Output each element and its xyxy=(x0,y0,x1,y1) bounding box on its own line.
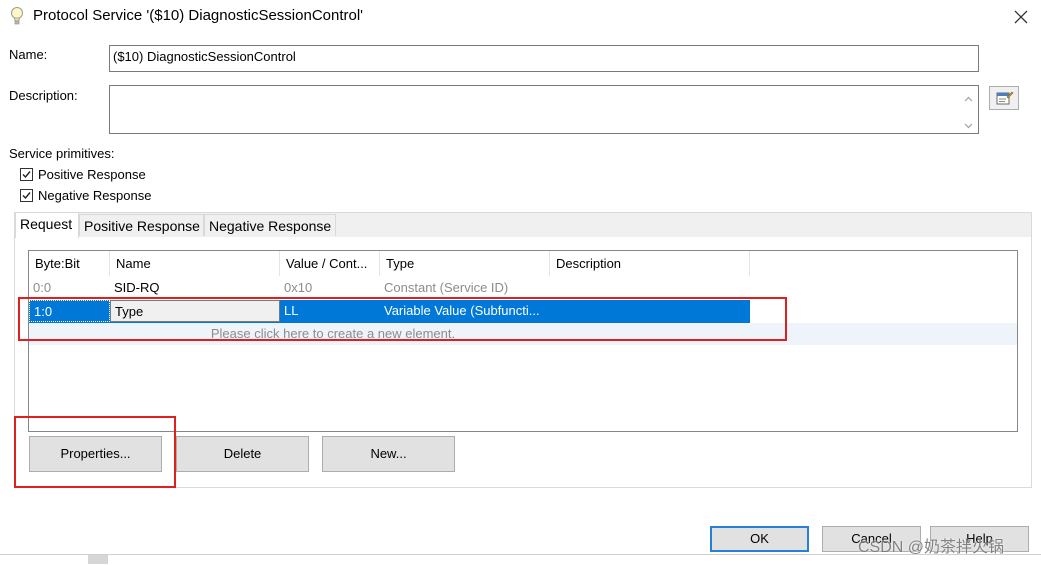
annotation-highlight-properties xyxy=(14,416,176,488)
positive-response-label[interactable]: Positive Response xyxy=(38,167,146,182)
elements-table[interactable]: Byte:Bit Name Value / Cont... Type Descr… xyxy=(28,250,1018,432)
column-type[interactable]: Type xyxy=(380,251,550,276)
annotation-highlight-row xyxy=(18,297,787,341)
description-scrollbar[interactable] xyxy=(959,86,978,133)
scroll-down-icon[interactable] xyxy=(964,118,973,129)
positive-response-checkbox[interactable] xyxy=(20,168,33,181)
delete-button-label: Delete xyxy=(223,446,262,461)
service-primitives-label: Service primitives: xyxy=(9,146,115,161)
description-label: Description: xyxy=(9,88,78,103)
cell-type: Constant (Service ID) xyxy=(384,280,509,295)
table-row[interactable]: 0:0 SID-RQ 0x10 Constant (Service ID) xyxy=(29,277,1017,299)
column-description[interactable]: Description xyxy=(550,251,750,276)
cell-value: 0x10 xyxy=(284,280,313,295)
ok-button[interactable]: OK xyxy=(710,526,809,552)
table-header: Byte:Bit Name Value / Cont... Type Descr… xyxy=(29,251,1017,276)
delete-button[interactable]: Delete xyxy=(176,436,309,472)
lightbulb-icon xyxy=(9,6,25,28)
name-value: ($10) DiagnosticSessionControl xyxy=(113,49,296,64)
tab-positive-response[interactable]: Positive Response xyxy=(79,214,204,236)
new-button[interactable]: New... xyxy=(322,436,455,472)
negative-response-label[interactable]: Negative Response xyxy=(38,188,151,203)
edit-description-button[interactable] xyxy=(989,86,1019,110)
watermark-text: CSDN @奶茶拌火锅 xyxy=(858,539,1005,556)
edit-description-icon xyxy=(996,90,1014,109)
tab-negative-response[interactable]: Negative Response xyxy=(204,214,336,236)
name-label: Name: xyxy=(9,47,48,62)
tab-request[interactable]: Request xyxy=(15,212,79,238)
column-byte-bit[interactable]: Byte:Bit xyxy=(29,251,110,276)
new-button-label: New... xyxy=(370,446,407,461)
column-value[interactable]: Value / Cont... xyxy=(280,251,380,276)
negative-response-checkbox[interactable] xyxy=(20,189,33,202)
window-title: Protocol Service '($10) DiagnosticSessio… xyxy=(33,7,364,24)
background-window-fragment xyxy=(88,555,108,564)
cell-byte-bit: 0:0 xyxy=(33,280,52,295)
description-input[interactable] xyxy=(109,85,979,134)
cell-name: SID-RQ xyxy=(114,280,160,295)
ok-button-label: OK xyxy=(750,531,769,546)
name-input[interactable]: ($10) DiagnosticSessionControl xyxy=(109,45,979,72)
scroll-up-icon[interactable] xyxy=(964,92,973,102)
cell-description xyxy=(550,277,750,299)
column-name[interactable]: Name xyxy=(110,251,280,276)
close-icon[interactable] xyxy=(1006,2,1036,32)
